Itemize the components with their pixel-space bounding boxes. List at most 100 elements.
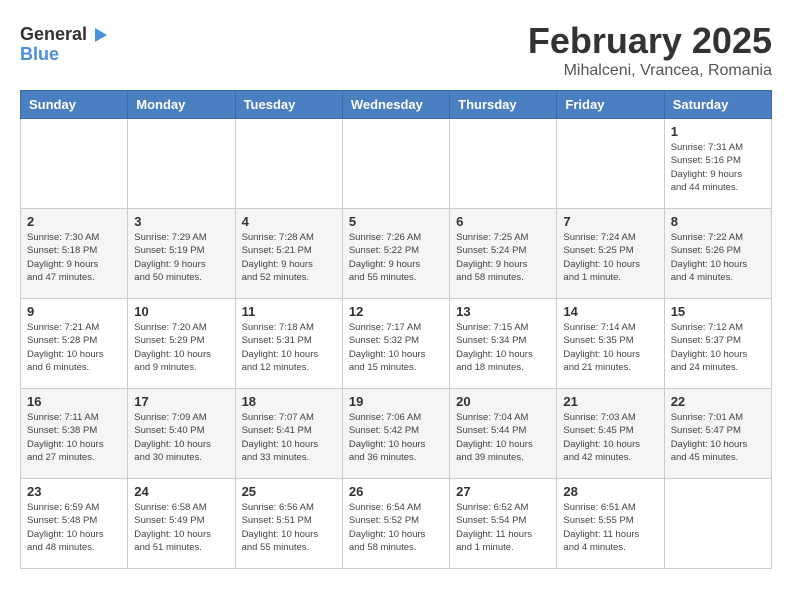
calendar-cell bbox=[557, 119, 664, 209]
day-number: 9 bbox=[27, 304, 121, 319]
weekday-header: Monday bbox=[128, 91, 235, 119]
day-number: 23 bbox=[27, 484, 121, 499]
calendar-cell: 1 Sunrise: 7:31 AM Sunset: 5:16 PM Daylig… bbox=[664, 119, 771, 209]
calendar-cell: 8 Sunrise: 7:22 AM Sunset: 5:26 PM Daylig… bbox=[664, 209, 771, 299]
day-info: Sunrise: 7:18 AM Sunset: 5:31 PM Dayligh… bbox=[242, 321, 336, 374]
calendar-cell: 13 Sunrise: 7:15 AM Sunset: 5:34 PM Dayli… bbox=[450, 299, 557, 389]
calendar-cell: 16Sunrise: 7:11 AM Sunset: 5:38 PM Dayli… bbox=[21, 389, 128, 479]
calendar-table: SundayMondayTuesdayWednesdayThursdayFrid… bbox=[20, 90, 772, 569]
calendar-cell: 27 Sunrise: 6:52 AM Sunset: 5:54 PM Dayli… bbox=[450, 479, 557, 569]
day-info: Sunrise: 6:59 AM Sunset: 5:48 PM Dayligh… bbox=[27, 501, 121, 554]
day-info: Sunrise: 6:56 AM Sunset: 5:51 PM Dayligh… bbox=[242, 501, 336, 554]
calendar-cell: 19 Sunrise: 7:06 AM Sunset: 5:42 PM Dayli… bbox=[342, 389, 449, 479]
calendar-week-row: 9 Sunrise: 7:21 AM Sunset: 5:28 PM Daylig… bbox=[21, 299, 772, 389]
calendar-cell: 3Sunrise: 7:29 AM Sunset: 5:19 PM Daylig… bbox=[128, 209, 235, 299]
day-info: Sunrise: 7:07 AM Sunset: 5:41 PM Dayligh… bbox=[242, 411, 336, 464]
logo-text-general: General bbox=[20, 24, 87, 44]
day-number: 11 bbox=[242, 304, 336, 319]
day-number: 17 bbox=[134, 394, 228, 409]
weekday-header-row: SundayMondayTuesdayWednesdayThursdayFrid… bbox=[21, 91, 772, 119]
calendar-week-row: 16Sunrise: 7:11 AM Sunset: 5:38 PM Dayli… bbox=[21, 389, 772, 479]
calendar-cell: 4Sunrise: 7:28 AM Sunset: 5:21 PM Daylig… bbox=[235, 209, 342, 299]
calendar-cell: 2 Sunrise: 7:30 AM Sunset: 5:18 PM Daylig… bbox=[21, 209, 128, 299]
day-info: Sunrise: 7:26 AM Sunset: 5:22 PM Dayligh… bbox=[349, 231, 443, 284]
day-info: Sunrise: 7:30 AM Sunset: 5:18 PM Dayligh… bbox=[27, 231, 121, 284]
day-number: 1 bbox=[671, 124, 765, 139]
calendar-cell bbox=[235, 119, 342, 209]
day-info: Sunrise: 7:01 AM Sunset: 5:47 PM Dayligh… bbox=[671, 411, 765, 464]
calendar-cell: 15 Sunrise: 7:12 AM Sunset: 5:37 PM Dayli… bbox=[664, 299, 771, 389]
day-info: Sunrise: 7:14 AM Sunset: 5:35 PM Dayligh… bbox=[563, 321, 657, 374]
calendar-cell: 17 Sunrise: 7:09 AM Sunset: 5:40 PM Dayli… bbox=[128, 389, 235, 479]
calendar-cell: 22 Sunrise: 7:01 AM Sunset: 5:47 PM Dayli… bbox=[664, 389, 771, 479]
calendar-cell: 21 Sunrise: 7:03 AM Sunset: 5:45 PM Dayli… bbox=[557, 389, 664, 479]
day-info: Sunrise: 7:20 AM Sunset: 5:29 PM Dayligh… bbox=[134, 321, 228, 374]
day-number: 7 bbox=[563, 214, 657, 229]
day-info: Sunrise: 6:52 AM Sunset: 5:54 PM Dayligh… bbox=[456, 501, 550, 554]
day-info: Sunrise: 7:24 AM Sunset: 5:25 PM Dayligh… bbox=[563, 231, 657, 284]
calendar-cell: 12Sunrise: 7:17 AM Sunset: 5:32 PM Dayli… bbox=[342, 299, 449, 389]
day-info: Sunrise: 7:22 AM Sunset: 5:26 PM Dayligh… bbox=[671, 231, 765, 284]
calendar-cell: 25 Sunrise: 6:56 AM Sunset: 5:51 PM Dayli… bbox=[235, 479, 342, 569]
calendar-cell: 10 Sunrise: 7:20 AM Sunset: 5:29 PM Dayli… bbox=[128, 299, 235, 389]
day-info: Sunrise: 6:51 AM Sunset: 5:55 PM Dayligh… bbox=[563, 501, 657, 554]
calendar-week-row: 2 Sunrise: 7:30 AM Sunset: 5:18 PM Daylig… bbox=[21, 209, 772, 299]
day-number: 13 bbox=[456, 304, 550, 319]
title-section: February 2025 Mihalceni, Vrancea, Romani… bbox=[528, 20, 772, 80]
day-number: 16 bbox=[27, 394, 121, 409]
weekday-header: Saturday bbox=[664, 91, 771, 119]
calendar-cell: 26 Sunrise: 6:54 AM Sunset: 5:52 PM Dayli… bbox=[342, 479, 449, 569]
header: General Blue February 2025 Mihalceni, Vr… bbox=[20, 20, 772, 80]
day-number: 8 bbox=[671, 214, 765, 229]
calendar-cell: 24 Sunrise: 6:58 AM Sunset: 5:49 PM Dayli… bbox=[128, 479, 235, 569]
calendar-cell: 28Sunrise: 6:51 AM Sunset: 5:55 PM Dayli… bbox=[557, 479, 664, 569]
calendar-cell: 18 Sunrise: 7:07 AM Sunset: 5:41 PM Dayli… bbox=[235, 389, 342, 479]
weekday-header: Wednesday bbox=[342, 91, 449, 119]
day-info: Sunrise: 6:58 AM Sunset: 5:49 PM Dayligh… bbox=[134, 501, 228, 554]
day-number: 27 bbox=[456, 484, 550, 499]
calendar-cell: 11 Sunrise: 7:18 AM Sunset: 5:31 PM Dayli… bbox=[235, 299, 342, 389]
calendar-cell: 9 Sunrise: 7:21 AM Sunset: 5:28 PM Daylig… bbox=[21, 299, 128, 389]
day-number: 2 bbox=[27, 214, 121, 229]
day-number: 22 bbox=[671, 394, 765, 409]
day-number: 4 bbox=[242, 214, 336, 229]
day-number: 14 bbox=[563, 304, 657, 319]
day-number: 18 bbox=[242, 394, 336, 409]
calendar-cell bbox=[450, 119, 557, 209]
calendar-cell: 20Sunrise: 7:04 AM Sunset: 5:44 PM Dayli… bbox=[450, 389, 557, 479]
calendar-title: February 2025 bbox=[528, 20, 772, 62]
weekday-header: Tuesday bbox=[235, 91, 342, 119]
day-info: Sunrise: 7:09 AM Sunset: 5:40 PM Dayligh… bbox=[134, 411, 228, 464]
day-info: Sunrise: 7:17 AM Sunset: 5:32 PM Dayligh… bbox=[349, 321, 443, 374]
calendar-cell bbox=[664, 479, 771, 569]
day-number: 24 bbox=[134, 484, 228, 499]
day-info: Sunrise: 7:21 AM Sunset: 5:28 PM Dayligh… bbox=[27, 321, 121, 374]
day-number: 5 bbox=[349, 214, 443, 229]
day-number: 6 bbox=[456, 214, 550, 229]
calendar-week-row: 23 Sunrise: 6:59 AM Sunset: 5:48 PM Dayli… bbox=[21, 479, 772, 569]
day-info: Sunrise: 7:04 AM Sunset: 5:44 PM Dayligh… bbox=[456, 411, 550, 464]
logo-text-blue: Blue bbox=[20, 45, 107, 65]
day-info: Sunrise: 6:54 AM Sunset: 5:52 PM Dayligh… bbox=[349, 501, 443, 554]
weekday-header: Thursday bbox=[450, 91, 557, 119]
calendar-cell bbox=[128, 119, 235, 209]
weekday-header: Friday bbox=[557, 91, 664, 119]
day-number: 10 bbox=[134, 304, 228, 319]
day-info: Sunrise: 7:15 AM Sunset: 5:34 PM Dayligh… bbox=[456, 321, 550, 374]
day-number: 19 bbox=[349, 394, 443, 409]
calendar-cell: 5 Sunrise: 7:26 AM Sunset: 5:22 PM Daylig… bbox=[342, 209, 449, 299]
calendar-cell: 7 Sunrise: 7:24 AM Sunset: 5:25 PM Daylig… bbox=[557, 209, 664, 299]
calendar-cell bbox=[21, 119, 128, 209]
day-info: Sunrise: 7:12 AM Sunset: 5:37 PM Dayligh… bbox=[671, 321, 765, 374]
calendar-cell: 14 Sunrise: 7:14 AM Sunset: 5:35 PM Dayli… bbox=[557, 299, 664, 389]
calendar-cell: 23 Sunrise: 6:59 AM Sunset: 5:48 PM Dayli… bbox=[21, 479, 128, 569]
day-number: 21 bbox=[563, 394, 657, 409]
day-number: 25 bbox=[242, 484, 336, 499]
weekday-header: Sunday bbox=[21, 91, 128, 119]
day-info: Sunrise: 7:03 AM Sunset: 5:45 PM Dayligh… bbox=[563, 411, 657, 464]
day-info: Sunrise: 7:25 AM Sunset: 5:24 PM Dayligh… bbox=[456, 231, 550, 284]
day-info: Sunrise: 7:06 AM Sunset: 5:42 PM Dayligh… bbox=[349, 411, 443, 464]
day-info: Sunrise: 7:31 AM Sunset: 5:16 PM Dayligh… bbox=[671, 141, 765, 194]
day-number: 26 bbox=[349, 484, 443, 499]
day-number: 15 bbox=[671, 304, 765, 319]
